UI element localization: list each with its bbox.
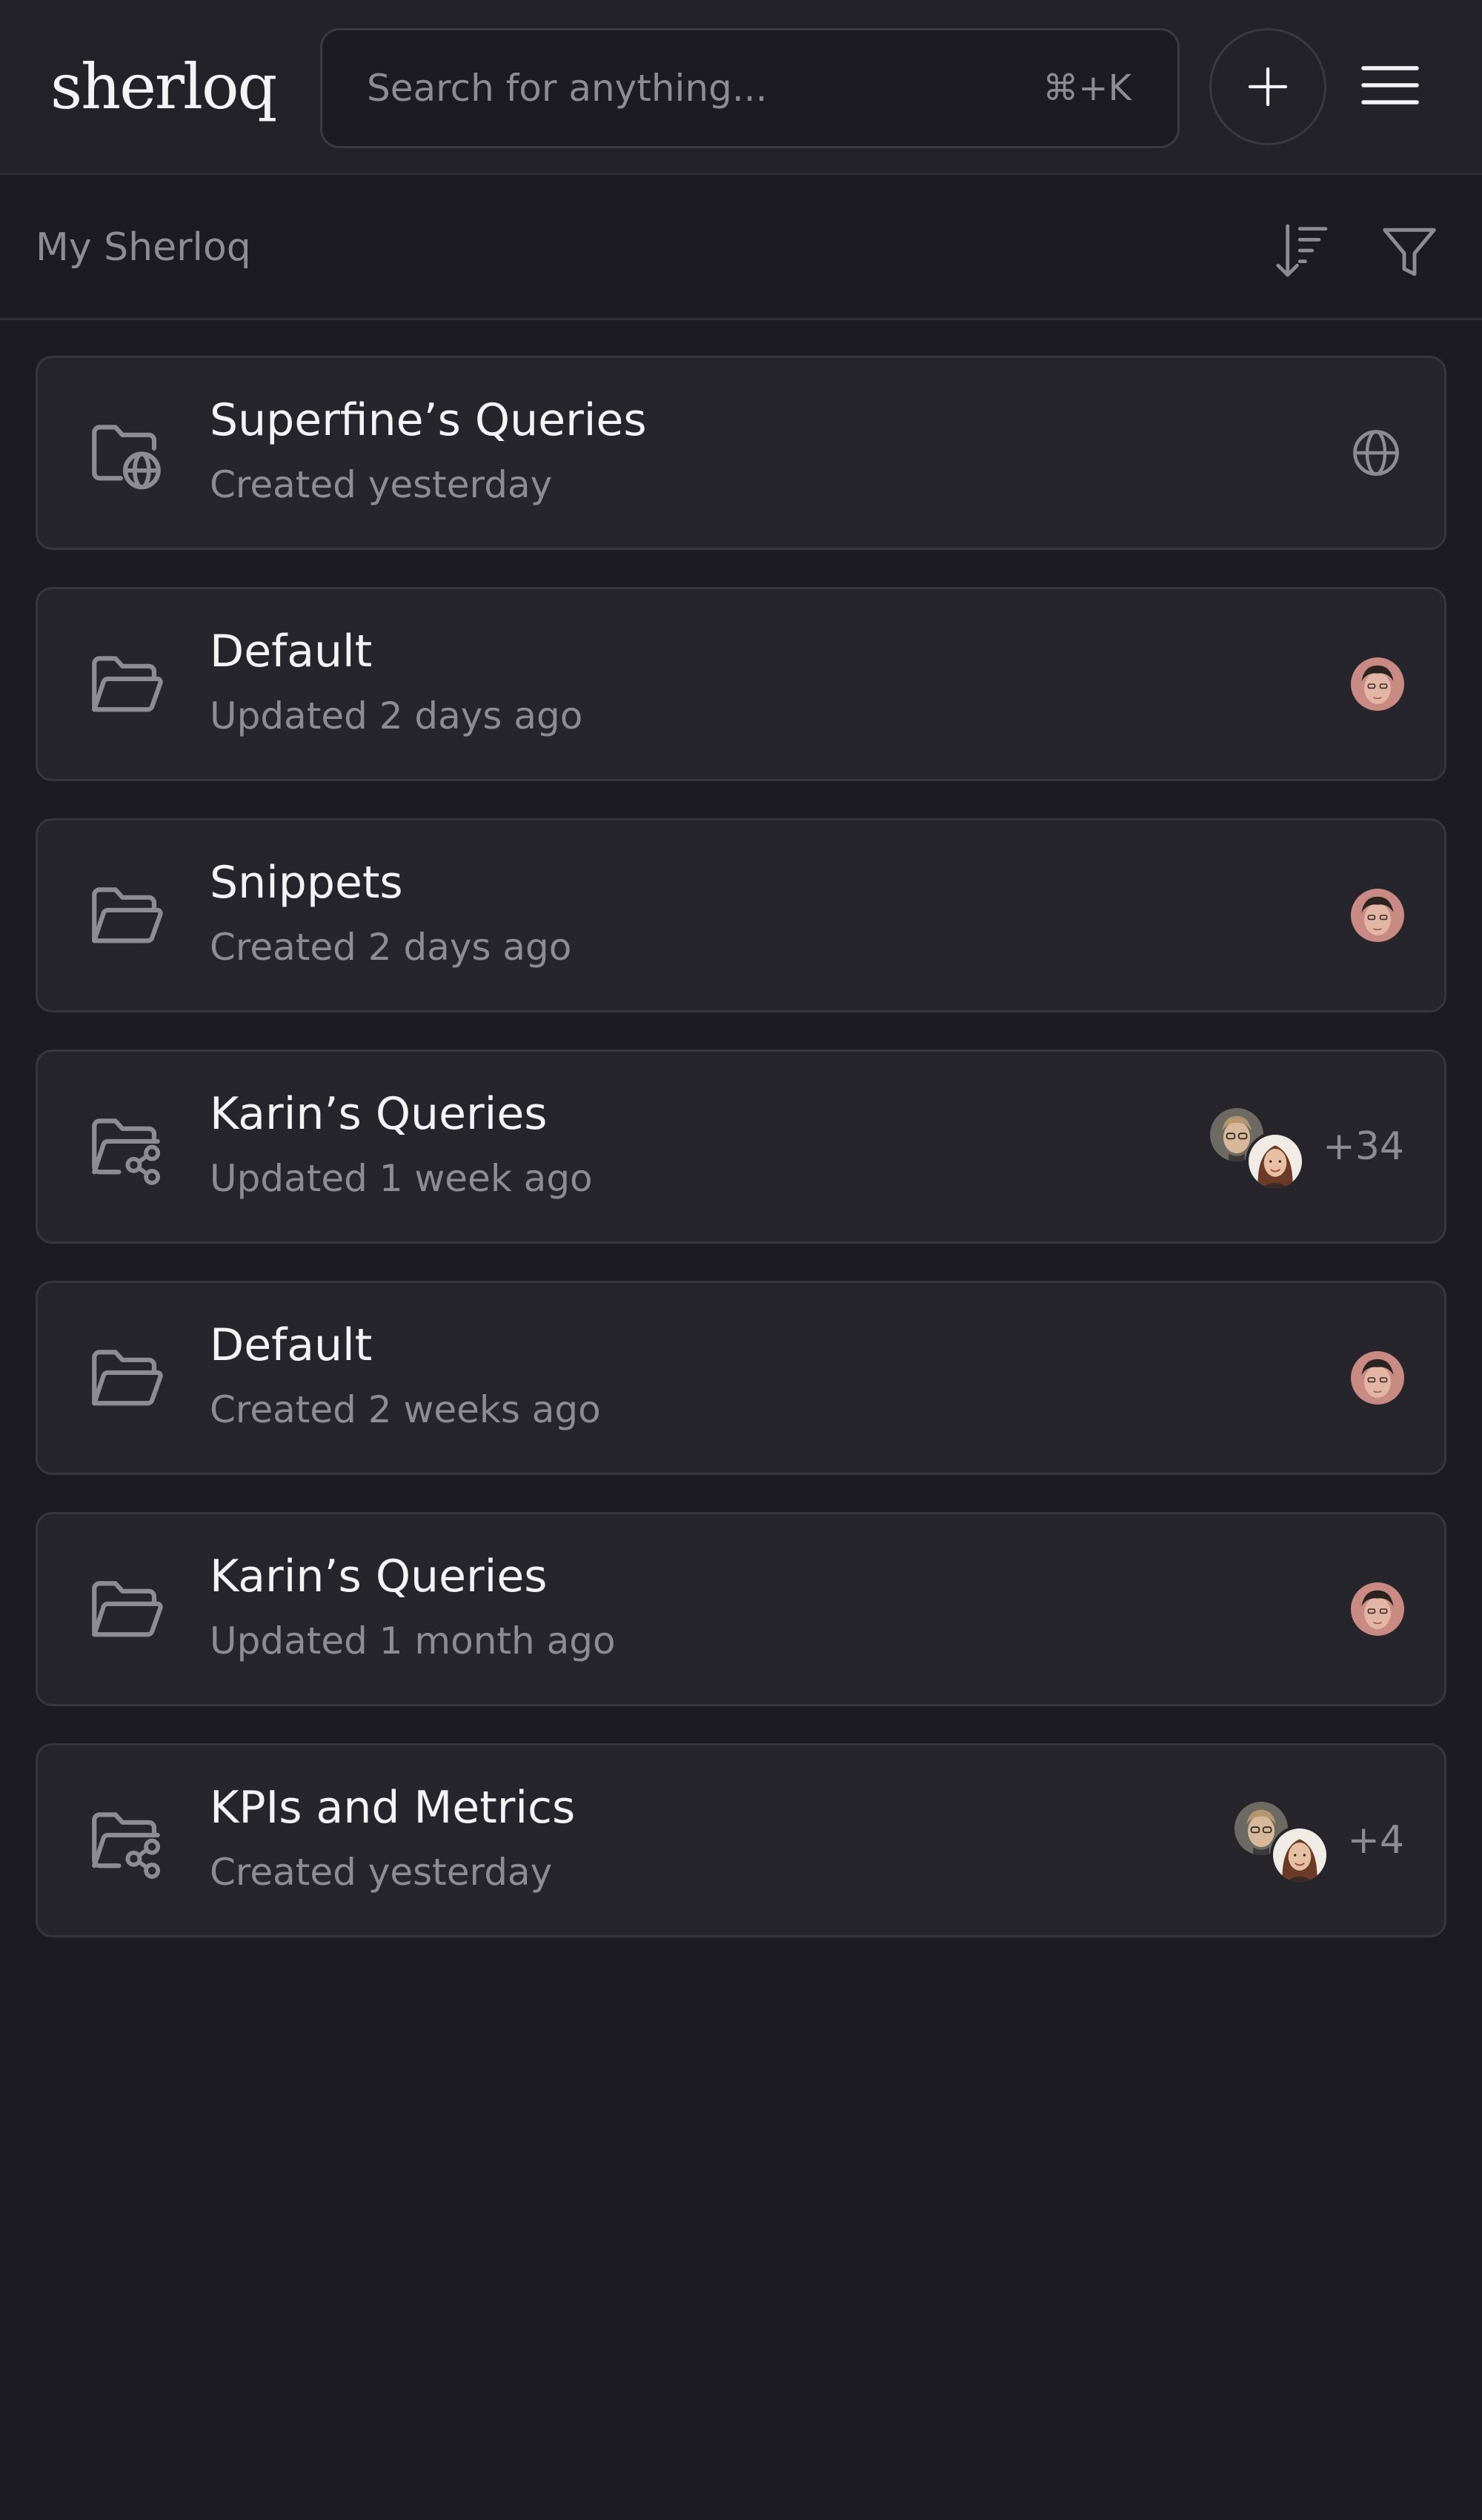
item-meta bbox=[1351, 1283, 1404, 1473]
item-meta bbox=[1351, 820, 1404, 1010]
item-subtitle: Updated 1 month ago bbox=[210, 1619, 616, 1662]
folder-globe-icon bbox=[84, 411, 168, 496]
item-meta: +34 bbox=[1207, 1052, 1404, 1241]
page-title: My Sherloq bbox=[36, 225, 251, 270]
item-subtitle: Created yesterday bbox=[210, 1851, 553, 1894]
filter-icon bbox=[1383, 228, 1436, 276]
item-subtitle: Updated 2 days ago bbox=[210, 694, 583, 737]
item-title: Karin’s Queries bbox=[210, 1551, 548, 1602]
search-bar[interactable]: ⌘+K bbox=[320, 28, 1180, 148]
owner-avatar[interactable] bbox=[1351, 1351, 1404, 1405]
item-title: Default bbox=[210, 626, 373, 677]
folder-icon bbox=[84, 874, 168, 958]
list-item[interactable]: Snippets Created 2 days ago bbox=[36, 818, 1446, 1012]
public-globe-icon bbox=[1348, 425, 1404, 481]
add-button[interactable] bbox=[1209, 28, 1326, 145]
search-shortcut-hint: ⌘+K bbox=[1043, 67, 1132, 109]
folder-icon bbox=[84, 643, 168, 727]
item-title: Snippets bbox=[210, 857, 403, 909]
folder-list: Superfine’s Queries Created yesterday De… bbox=[36, 356, 1446, 1974]
filter-button[interactable] bbox=[1378, 221, 1441, 283]
sort-descending-icon bbox=[1276, 224, 1328, 277]
folder-icon bbox=[84, 1336, 168, 1421]
shared-avatars[interactable] bbox=[1232, 1799, 1330, 1885]
member-avatar bbox=[1246, 1132, 1306, 1191]
hamburger-menu-icon bbox=[1361, 66, 1419, 105]
item-title: Default bbox=[210, 1319, 373, 1371]
section-header: My Sherloq bbox=[0, 175, 1482, 320]
item-title: Superfine’s Queries bbox=[210, 394, 647, 446]
owner-avatar[interactable] bbox=[1351, 889, 1404, 942]
shared-avatars[interactable] bbox=[1207, 1105, 1306, 1191]
list-item[interactable]: KPIs and Metrics Created yesterday +4 bbox=[36, 1743, 1446, 1937]
item-subtitle: Updated 1 week ago bbox=[210, 1157, 593, 1200]
item-subtitle: Created 2 weeks ago bbox=[210, 1388, 601, 1431]
search-input[interactable] bbox=[367, 30, 974, 146]
list-item[interactable]: Superfine’s Queries Created yesterday bbox=[36, 356, 1446, 550]
item-title: KPIs and Metrics bbox=[210, 1782, 576, 1834]
list-item[interactable]: Karin’s Queries Updated 1 week ago +34 bbox=[36, 1050, 1446, 1244]
item-subtitle: Created 2 days ago bbox=[210, 926, 572, 969]
folder-share-icon bbox=[84, 1799, 168, 1883]
item-title: Karin’s Queries bbox=[210, 1088, 548, 1140]
list-item[interactable]: Default Created 2 weeks ago bbox=[36, 1281, 1446, 1475]
shared-member-count: +4 bbox=[1347, 1818, 1404, 1863]
shared-member-count: +34 bbox=[1323, 1124, 1404, 1169]
menu-button[interactable] bbox=[1360, 59, 1420, 111]
owner-avatar[interactable] bbox=[1351, 657, 1404, 711]
owner-avatar[interactable] bbox=[1351, 1582, 1404, 1636]
sort-button[interactable] bbox=[1269, 218, 1334, 283]
top-bar: sherloq ⌘+K bbox=[0, 0, 1482, 175]
app-logo[interactable]: sherloq bbox=[50, 46, 277, 127]
folder-share-icon bbox=[84, 1105, 168, 1190]
item-subtitle: Created yesterday bbox=[210, 463, 553, 506]
list-item[interactable]: Karin’s Queries Updated 1 month ago bbox=[36, 1512, 1446, 1706]
list-item[interactable]: Default Updated 2 days ago bbox=[36, 587, 1446, 781]
item-meta bbox=[1351, 589, 1404, 779]
member-avatar bbox=[1270, 1826, 1330, 1885]
folder-icon bbox=[84, 1568, 168, 1652]
plus-icon bbox=[1248, 67, 1288, 107]
item-meta bbox=[1348, 358, 1404, 548]
item-meta: +4 bbox=[1232, 1745, 1404, 1935]
item-meta bbox=[1351, 1514, 1404, 1704]
